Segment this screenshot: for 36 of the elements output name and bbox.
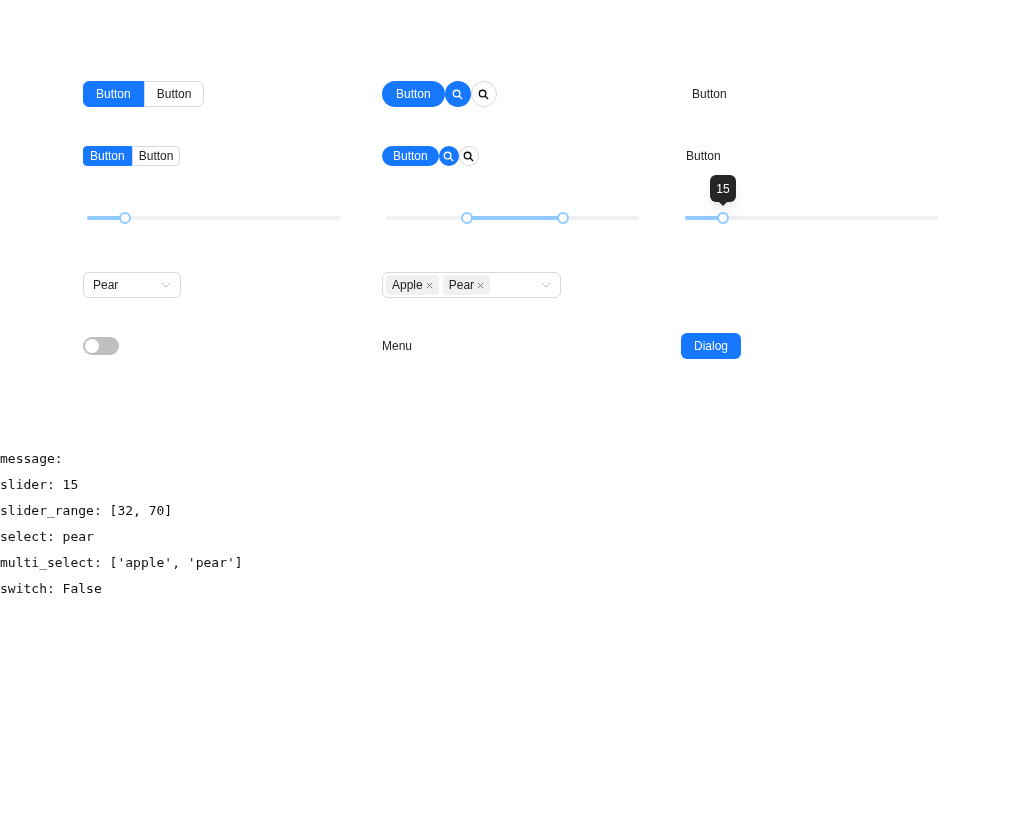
button[interactable]: Button xyxy=(143,81,205,107)
select-value: Pear xyxy=(93,277,119,294)
output-line: message: xyxy=(0,450,64,468)
button[interactable]: Button xyxy=(131,146,181,166)
close-icon[interactable] xyxy=(425,281,433,289)
search-button[interactable] xyxy=(458,146,479,166)
button[interactable]: Button xyxy=(382,81,445,107)
output-line: multi_select: ['apple', 'pear'] xyxy=(0,554,244,572)
button[interactable]: Button xyxy=(83,146,132,166)
search-icon xyxy=(443,150,455,162)
search-button[interactable] xyxy=(470,81,497,107)
tag-label: Apple xyxy=(392,277,423,294)
search-icon xyxy=(463,150,475,162)
tag-label: Pear xyxy=(448,277,475,294)
chevron-down-icon xyxy=(161,282,171,288)
search-icon xyxy=(478,88,490,100)
text-button[interactable]: Button xyxy=(681,81,738,107)
multi-select-field[interactable]: Apple Pear xyxy=(382,272,561,298)
toggle-switch[interactable] xyxy=(83,337,119,355)
search-icon xyxy=(452,88,464,100)
output-line: switch: False xyxy=(0,580,103,598)
output-line: slider: 15 xyxy=(0,476,80,494)
slider-handle[interactable] xyxy=(118,212,131,224)
output-line: slider_range: [32, 70] xyxy=(0,502,174,520)
slider-handle[interactable] xyxy=(557,212,570,224)
select-field[interactable]: Pear xyxy=(83,272,181,298)
button[interactable]: Button xyxy=(83,81,144,107)
output-line: select: pear xyxy=(0,528,95,546)
button[interactable]: Button xyxy=(382,146,439,166)
text-button[interactable]: Button xyxy=(681,146,726,166)
chevron-down-icon xyxy=(541,282,551,288)
menu-label[interactable]: Menu xyxy=(382,337,413,355)
close-icon[interactable] xyxy=(477,281,485,289)
slider-handle[interactable] xyxy=(460,212,473,224)
slider-handle[interactable] xyxy=(716,212,729,224)
dialog-button[interactable]: Dialog xyxy=(681,333,742,359)
